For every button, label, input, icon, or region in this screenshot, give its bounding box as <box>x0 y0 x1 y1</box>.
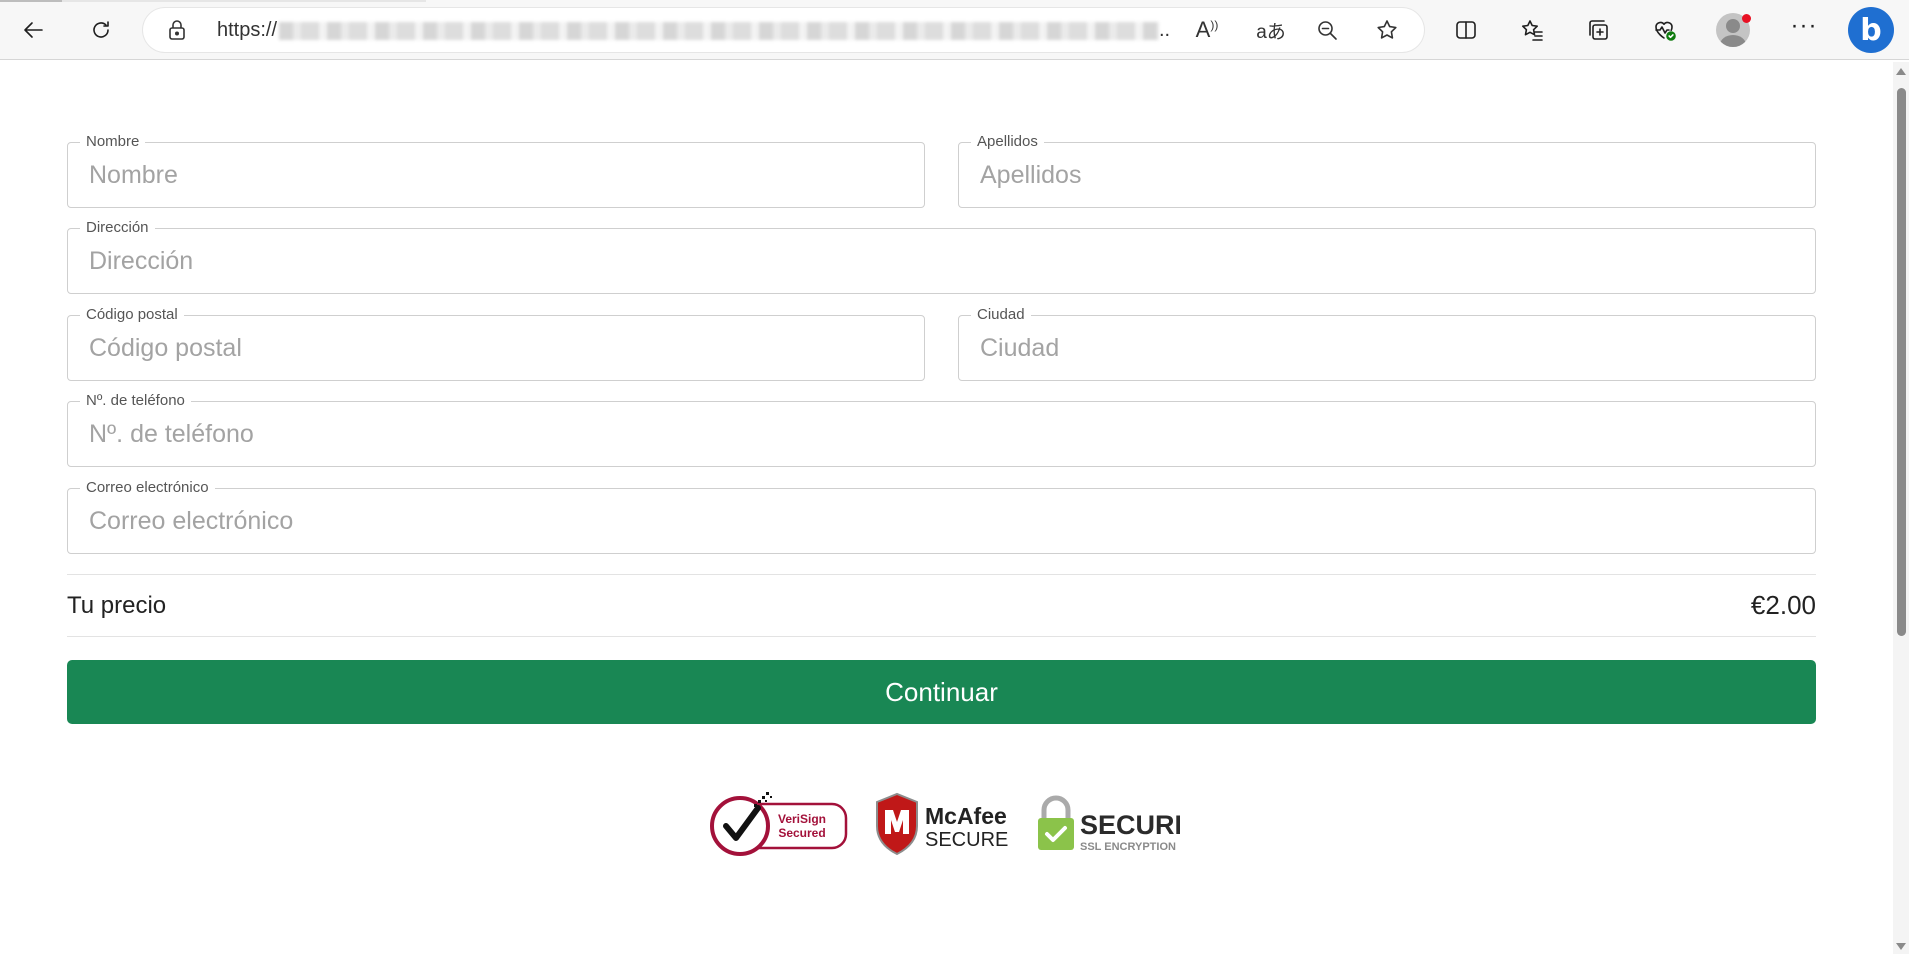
correo-field: Correo electrónico <box>67 479 1816 554</box>
apellidos-field: Apellidos <box>958 133 1816 208</box>
scroll-down-arrow-icon[interactable] <box>1896 943 1906 950</box>
translate-icon[interactable]: aあ <box>1253 16 1289 44</box>
zoom-out-icon[interactable] <box>1313 16 1341 44</box>
address-bar[interactable]: https:// .. A)) aあ <box>143 8 1424 52</box>
apellidos-input[interactable] <box>960 144 1814 206</box>
favorites-icon[interactable] <box>1514 12 1550 48</box>
ssl-line1: SECURE <box>1080 810 1180 840</box>
price-value: €2.00 <box>1750 590 1816 620</box>
page-scrollbar[interactable] <box>1893 62 1909 954</box>
divider-bottom <box>67 636 1816 637</box>
ssl-line2: SSL ENCRYPTION <box>1080 841 1176 853</box>
refresh-icon[interactable] <box>83 12 119 48</box>
nombre-input[interactable] <box>69 144 923 206</box>
bing-glyph: b <box>1860 12 1882 48</box>
codigo-postal-input[interactable] <box>69 317 923 379</box>
scrollbar-thumb[interactable] <box>1897 88 1906 636</box>
mcafee-line1: McAfee <box>925 803 1007 829</box>
read-aloud-glyph: A <box>1195 17 1211 42</box>
star-icon[interactable] <box>1373 16 1401 44</box>
telefono-field: Nº. de teléfono <box>67 392 1816 467</box>
browser-toolbar: https:// .. A)) aあ ··· b <box>0 0 1909 60</box>
telefono-input[interactable] <box>69 403 1814 465</box>
ciudad-field: Ciudad <box>958 306 1816 381</box>
read-aloud-icon[interactable]: A)) <box>1193 16 1221 44</box>
divider-top <box>67 574 1816 575</box>
trust-badges: VeriSign Secured McAfee SECURE SECURE SS… <box>710 790 1180 860</box>
tab-strip-indicator-secondary <box>62 0 426 2</box>
bing-icon[interactable]: b <box>1848 7 1894 53</box>
tab-strip-indicator <box>0 0 62 2</box>
url-redacted <box>279 22 1159 40</box>
collections-icon[interactable] <box>1580 12 1616 48</box>
direccion-input[interactable] <box>69 230 1814 292</box>
verisign-line1: VeriSign <box>778 812 826 826</box>
nombre-field: Nombre <box>67 133 925 208</box>
price-label: Tu precio <box>67 592 167 619</box>
verisign-line2: Secured <box>778 826 825 840</box>
codigo-postal-field: Código postal <box>67 306 925 381</box>
back-arrow-icon[interactable] <box>16 12 52 48</box>
translate-glyph: aあ <box>1256 21 1286 43</box>
browser-essentials-icon[interactable] <box>1646 12 1682 48</box>
ciudad-input[interactable] <box>960 317 1814 379</box>
split-screen-icon[interactable] <box>1448 12 1484 48</box>
more-icon[interactable]: ··· <box>1786 12 1822 48</box>
mcafee-secure-badge: McAfee SECURE <box>876 792 1008 856</box>
continue-button[interactable]: Continuar <box>67 660 1816 724</box>
lock-icon[interactable] <box>165 18 189 42</box>
ssl-encryption-badge: SECURE SSL ENCRYPTION <box>1038 795 1180 853</box>
correo-input[interactable] <box>69 490 1814 552</box>
mcafee-line2: SECURE <box>925 829 1008 851</box>
profile-notification-dot <box>1742 14 1751 23</box>
verisign-secured-badge: VeriSign Secured <box>710 792 848 856</box>
url-text[interactable]: https:// <box>217 19 277 42</box>
scroll-up-arrow-icon[interactable] <box>1896 68 1906 75</box>
direccion-field: Dirección <box>67 219 1816 294</box>
url-ellipsis: .. <box>1159 19 1171 41</box>
